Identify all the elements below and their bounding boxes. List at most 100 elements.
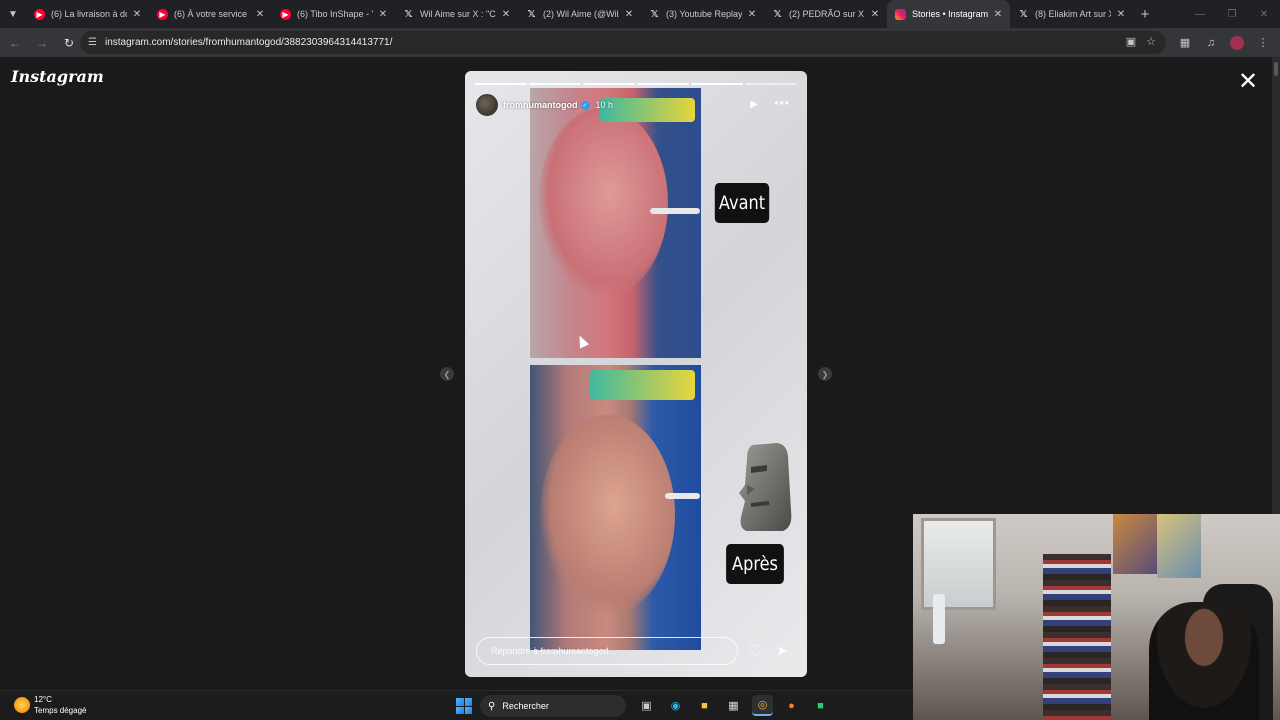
webcam-bottle xyxy=(933,594,945,644)
tab-6[interactable]: 𝕏 (2) PEDRÃO sur X : "E ✕ xyxy=(764,0,887,28)
x-logo-icon: 𝕏 xyxy=(773,8,782,20)
instagram-logo[interactable]: Instagram xyxy=(11,67,104,86)
story-header: fromhumantogod ✓ 10 h ▶ ••• xyxy=(476,93,796,117)
media-control-icon[interactable]: ♫ xyxy=(1198,37,1224,49)
tab-title: (2) Wil Aime (@WilAi xyxy=(543,9,619,19)
close-icon[interactable]: ✕ xyxy=(746,9,758,20)
weather-sun-icon xyxy=(14,697,30,713)
url-text: instagram.com/stories/fromhumantogod/388… xyxy=(104,37,393,48)
tab-title: (3) Youtube Replay s xyxy=(666,9,742,19)
minimize-icon[interactable]: — xyxy=(1184,0,1216,28)
heart-icon[interactable]: ♡ xyxy=(745,641,765,661)
back-arrow-icon[interactable]: ← xyxy=(3,31,27,55)
tab-title: (6) Tibo InShape - Yo xyxy=(297,9,373,19)
reload-icon[interactable]: ↻ xyxy=(57,31,81,55)
story-username[interactable]: fromhumantogod xyxy=(503,100,578,110)
x-logo-icon: 𝕏 xyxy=(527,8,536,20)
story-progress-bar xyxy=(475,83,797,85)
previous-story-icon[interactable]: ❮ xyxy=(440,367,454,381)
chrome-icon[interactable]: ◎ xyxy=(752,695,773,716)
youtube-icon: ▶ xyxy=(34,8,45,20)
label-before: Avant xyxy=(714,183,770,223)
verified-badge-icon: ✓ xyxy=(580,100,590,110)
toolbar-right: ▦ ♫ ⋮ xyxy=(1172,28,1276,57)
tab-3[interactable]: 𝕏 Wil Aime sur X : "C'es ✕ xyxy=(395,0,518,28)
taskbar-apps: ▣ ◉ ■ ▦ ◎ ● ■ xyxy=(636,695,831,716)
more-options-icon[interactable]: ••• xyxy=(774,96,790,110)
close-icon[interactable]: ✕ xyxy=(377,9,389,20)
firefox-icon[interactable]: ● xyxy=(781,695,802,716)
tab-7-active[interactable]: Stories • Instagram ✕ xyxy=(887,0,1010,28)
tab-8[interactable]: 𝕏 (8) Eliakim Art sur X : ✕ xyxy=(1010,0,1133,28)
menu-kebab-icon[interactable]: ⋮ xyxy=(1250,36,1276,49)
window-controls: — ❐ ✕ xyxy=(1184,0,1280,28)
maximize-icon[interactable]: ❐ xyxy=(1216,0,1248,28)
edge-icon[interactable]: ◉ xyxy=(665,695,686,716)
store-icon[interactable]: ▦ xyxy=(723,695,744,716)
tab-title: (8) Eliakim Art sur X : xyxy=(1035,9,1111,19)
next-story-icon[interactable]: ❯ xyxy=(818,367,832,381)
tab-0[interactable]: ▶ (6) La livraison à dom ✕ xyxy=(26,0,149,28)
close-icon[interactable]: ✕ xyxy=(254,9,266,20)
moai-emoji-icon xyxy=(739,443,792,531)
tube xyxy=(650,208,700,214)
close-icon[interactable]: ✕ xyxy=(623,9,635,20)
story-time: 10 h xyxy=(595,100,614,110)
omnibox-actions: ▣ ☆ xyxy=(1126,35,1156,48)
close-icon[interactable]: ✕ xyxy=(500,9,512,20)
youtube-icon: ▶ xyxy=(157,8,168,20)
windows-start-icon[interactable] xyxy=(456,698,472,714)
close-icon[interactable]: ✕ xyxy=(1115,9,1127,20)
task-view-icon[interactable]: ▣ xyxy=(636,695,657,716)
label-after: Après xyxy=(726,544,784,584)
app-icon[interactable]: ■ xyxy=(810,695,831,716)
reply-input[interactable]: Répondre à fromhumantogod... xyxy=(476,637,738,665)
search-label: Rechercher xyxy=(502,701,549,711)
search-icon: ⚲ xyxy=(488,700,496,712)
forward-arrow-icon[interactable]: → xyxy=(30,31,54,55)
close-icon[interactable]: ✕ xyxy=(131,9,143,20)
play-icon[interactable]: ▶ xyxy=(750,99,758,110)
scrollbar-thumb[interactable] xyxy=(1274,62,1278,76)
site-info-icon[interactable]: ☰ xyxy=(88,37,97,48)
extensions-icon[interactable]: ▦ xyxy=(1172,36,1198,49)
file-explorer-icon[interactable]: ■ xyxy=(694,695,715,716)
tab-title: (6) La livraison à dom xyxy=(51,9,127,19)
browser-toolbar: ← → ↻ ☰ instagram.com/stories/fromhumant… xyxy=(0,28,1280,57)
send-icon[interactable]: ➤ xyxy=(772,641,792,661)
close-icon[interactable]: ✕ xyxy=(992,9,1004,20)
story-photo-before xyxy=(530,88,701,358)
profile-avatar[interactable] xyxy=(1230,35,1244,50)
x-logo-icon: 𝕏 xyxy=(404,8,413,20)
close-window-icon[interactable]: ✕ xyxy=(1248,0,1280,28)
weather-text: 12°C Temps dégagé xyxy=(34,694,86,716)
webcam-person xyxy=(1149,602,1259,720)
new-tab-button[interactable]: + xyxy=(1133,6,1157,23)
install-app-icon[interactable]: ▣ xyxy=(1126,35,1136,48)
close-icon[interactable]: ✕ xyxy=(869,9,881,20)
youtube-icon: ▶ xyxy=(280,8,291,20)
weather-widget[interactable]: 12°C Temps dégagé xyxy=(14,694,86,716)
webcam-poster xyxy=(1157,514,1201,578)
tab-2[interactable]: ▶ (6) Tibo InShape - Yo ✕ xyxy=(272,0,395,28)
tab-title: Wil Aime sur X : "C'es xyxy=(420,9,496,19)
tab-search-button[interactable]: ▼ xyxy=(0,0,26,28)
story-avatar[interactable] xyxy=(476,94,498,116)
tab-title: (6) À votre service | D xyxy=(174,9,250,19)
tab-5[interactable]: 𝕏 (3) Youtube Replay s ✕ xyxy=(641,0,764,28)
close-story-icon[interactable]: ✕ xyxy=(1236,70,1260,94)
story-card[interactable]: fromhumantogod ✓ 10 h ▶ ••• Avant Après … xyxy=(465,71,807,677)
tab-1[interactable]: ▶ (6) À votre service | D ✕ xyxy=(149,0,272,28)
address-bar[interactable]: ☰ instagram.com/stories/fromhumantogod/3… xyxy=(80,31,1166,54)
ventilator-mask xyxy=(590,370,695,400)
taskbar-search[interactable]: ⚲ Rechercher xyxy=(480,695,626,717)
tube xyxy=(665,493,700,499)
face-image xyxy=(538,108,668,298)
x-logo-icon: 𝕏 xyxy=(650,8,659,20)
tab-4[interactable]: 𝕏 (2) Wil Aime (@WilAi ✕ xyxy=(518,0,641,28)
weather-desc: Temps dégagé xyxy=(34,706,87,715)
webcam-poster xyxy=(1113,514,1157,574)
webcam-overlay xyxy=(913,514,1280,720)
bookmark-star-icon[interactable]: ☆ xyxy=(1146,35,1156,48)
story-photo-after xyxy=(530,365,701,650)
